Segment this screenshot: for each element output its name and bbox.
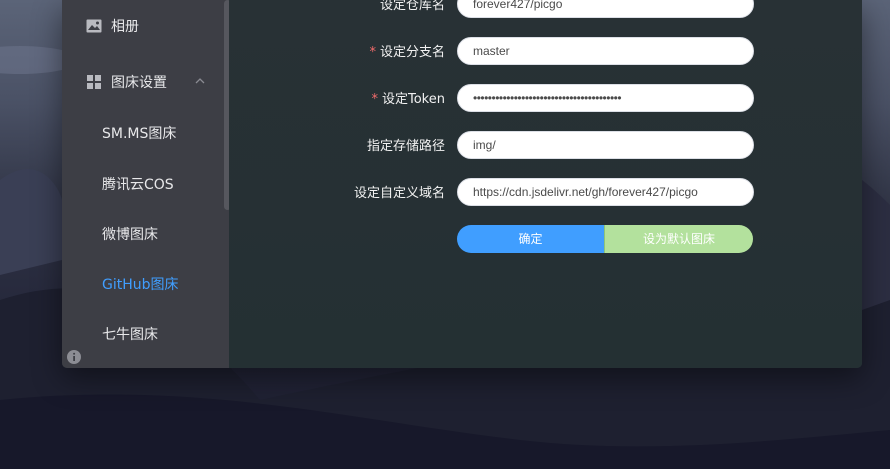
branch-label-text: 设定分支名	[379, 45, 445, 60]
branch-input[interactable]: master	[457, 37, 754, 65]
form-row-path: 指定存储路径 img/	[229, 131, 862, 159]
form-row-branch: * 设定分支名 master	[229, 37, 862, 65]
set-default-button[interactable]: 设为默认图床	[604, 225, 753, 253]
token-label-text: 设定Token	[382, 92, 445, 107]
form-row-domain: 设定自定义域名 https://cdn.jsdelivr.net/gh/fore…	[229, 178, 862, 206]
token-input[interactable]: ••••••••••••••••••••••••••••••••••••••••	[457, 84, 754, 112]
required-mark: *	[371, 92, 379, 107]
repo-label: 设定仓库名	[379, 0, 445, 13]
chevron-up-icon[interactable]	[194, 75, 206, 87]
repo-input[interactable]: forever427/picgo	[457, 0, 754, 18]
grid-icon	[87, 75, 101, 89]
info-icon[interactable]	[67, 350, 81, 364]
sidebar-subitem-tencent-cos[interactable]: 腾讯云COS	[102, 170, 174, 200]
token-label: * 设定Token	[372, 88, 446, 107]
required-mark: *	[369, 45, 376, 60]
sidebar-item-album[interactable]: 相册	[62, 6, 222, 46]
form-row-repo: 设定仓库名 forever427/picgo	[229, 0, 862, 18]
sidebar-subitem-github[interactable]: GitHub图床	[102, 270, 179, 300]
domain-input[interactable]: https://cdn.jsdelivr.net/gh/forever427/p…	[457, 178, 754, 206]
path-input[interactable]: img/	[457, 131, 754, 159]
github-settings-panel: 设定仓库名 forever427/picgo * 设定分支名 master * 设定…	[229, 0, 862, 368]
app-window: 相册 图床设置 SM.MS图床 腾讯云COS 微博图床 GitHub图床 七牛图…	[62, 0, 862, 368]
confirm-button[interactable]: 确定	[457, 225, 604, 253]
sidebar-subitem-weibo[interactable]: 微博图床	[102, 220, 158, 250]
image-icon	[86, 19, 102, 33]
form-row-token: * 设定Token •••••••••••••••••••••••••••••••…	[229, 84, 862, 112]
domain-label: 设定自定义域名	[353, 186, 445, 201]
sidebar-item-label: 图床设置	[111, 75, 167, 91]
branch-label: * 设定分支名	[369, 41, 445, 60]
sidebar-subitem-qiniu[interactable]: 七牛图床	[102, 320, 158, 350]
sidebar-item-picbed-settings[interactable]: 图床设置	[62, 62, 222, 102]
sidebar: 相册 图床设置 SM.MS图床 腾讯云COS 微博图床 GitHub图床 七牛图…	[62, 0, 231, 368]
action-button-group: 确定 设为默认图床	[457, 225, 753, 253]
sidebar-item-label: 相册	[111, 19, 139, 35]
sidebar-subitem-smms[interactable]: SM.MS图床	[102, 119, 176, 149]
path-label: 指定存储路径	[366, 139, 445, 154]
